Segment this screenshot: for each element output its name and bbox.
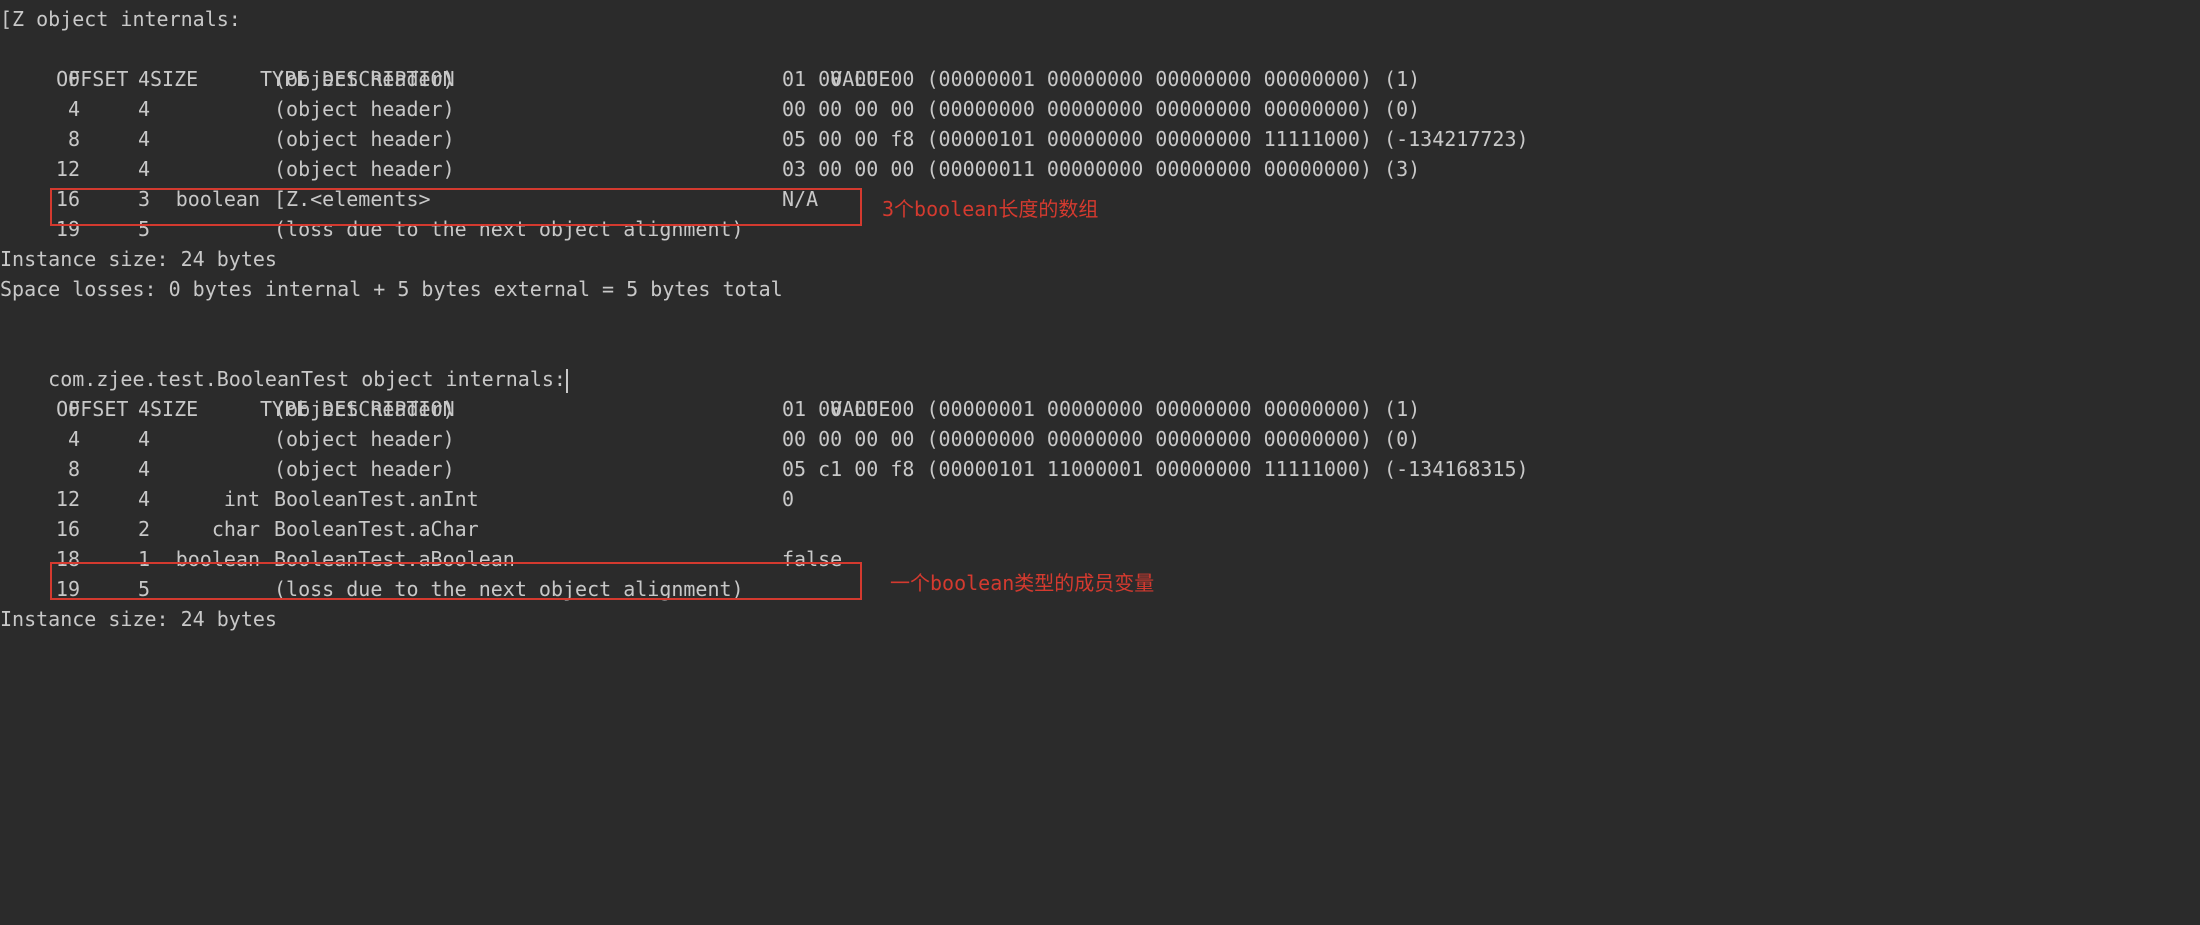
cell-size: 4 [80, 424, 150, 454]
cell-desc: (object header) [260, 124, 782, 154]
cell-desc: BooleanTest.aChar [260, 514, 782, 544]
table-row: 04 (object header)01 00 00 00 (00000001 0… [0, 394, 2200, 424]
cell-value: 05 00 00 f8 (00000101 00000000 00000000 … [782, 124, 1529, 154]
cell-desc: (object header) [260, 64, 782, 94]
cell-desc: [Z.<elements> [260, 184, 782, 214]
table-row: 44 (object header)00 00 00 00 (00000000 0… [0, 94, 2200, 124]
cell-desc: (loss due to the next object alignment) [260, 214, 782, 244]
cell-size: 4 [80, 454, 150, 484]
table-row: 84 (object header)05 c1 00 f8 (00000101 1… [0, 454, 2200, 484]
cell-value: N/A [782, 184, 818, 214]
cell-offset: 0 [0, 394, 80, 424]
cell-desc: BooleanTest.anInt [260, 484, 782, 514]
section2-headers: OFFSETSIZETYPEDESCRIPTIONVALUE [0, 364, 2200, 394]
cell-offset: 12 [0, 154, 80, 184]
cell-type: int [150, 484, 260, 514]
section1-footer-space-losses: Space losses: 0 bytes internal + 5 bytes… [0, 274, 2200, 304]
cell-size: 2 [80, 514, 150, 544]
cell-size: 4 [80, 154, 150, 184]
cell-offset: 12 [0, 484, 80, 514]
cell-value: 00 00 00 00 (00000000 00000000 00000000 … [782, 424, 1420, 454]
section2-title: com.zjee.test.BooleanTest object interna… [0, 334, 2200, 364]
section1-footer-instance-size: Instance size: 24 bytes [0, 244, 2200, 274]
cell-value: 01 00 00 00 (00000001 00000000 00000000 … [782, 64, 1420, 94]
cell-offset: 19 [0, 574, 80, 604]
cell-size: 4 [80, 124, 150, 154]
cell-offset: 16 [0, 184, 80, 214]
cell-size: 3 [80, 184, 150, 214]
cell-size: 5 [80, 214, 150, 244]
cell-desc: BooleanTest.aBoolean [260, 544, 782, 574]
cell-size: 1 [80, 544, 150, 574]
cell-desc: (object header) [260, 424, 782, 454]
cell-offset: 16 [0, 514, 80, 544]
section1-headers: OFFSETSIZETYPEDESCRIPTIONVALUE [0, 34, 2200, 64]
table-row: 124 (object header)03 00 00 00 (00000011 … [0, 154, 2200, 184]
section2-footer-instance-size: Instance size: 24 bytes [0, 604, 2200, 634]
table-row: 163boolean[Z.<elements>N/A [0, 184, 2200, 214]
highlight-annotation-2: 一个boolean类型的成员变量 [890, 568, 1154, 598]
cell-desc: (object header) [260, 454, 782, 484]
cell-value: 00 00 00 00 (00000000 00000000 00000000 … [782, 94, 1420, 124]
cell-value: 01 00 00 00 (00000001 00000000 00000000 … [782, 394, 1420, 424]
cell-offset: 19 [0, 214, 80, 244]
cell-offset: 18 [0, 544, 80, 574]
cell-desc: (loss due to the next object alignment) [260, 574, 782, 604]
table-row: 04 (object header)01 00 00 00 (00000001 0… [0, 64, 2200, 94]
cell-offset: 0 [0, 64, 80, 94]
table-row: 44 (object header)00 00 00 00 (00000000 0… [0, 424, 2200, 454]
cell-offset: 4 [0, 424, 80, 454]
table-row: 195 (loss due to the next object alignmen… [0, 214, 2200, 244]
blank-line [0, 304, 2200, 334]
cell-size: 4 [80, 394, 150, 424]
table-row: 84 (object header)05 00 00 f8 (00000101 0… [0, 124, 2200, 154]
cell-size: 4 [80, 64, 150, 94]
cell-type: boolean [150, 544, 260, 574]
cell-offset: 8 [0, 124, 80, 154]
cell-size: 4 [80, 484, 150, 514]
highlight-annotation-1: 3个boolean长度的数组 [882, 194, 1098, 224]
cell-size: 5 [80, 574, 150, 604]
cell-value: 03 00 00 00 (00000011 00000000 00000000 … [782, 154, 1420, 184]
terminal-output: [Z object internals: OFFSETSIZETYPEDESCR… [0, 0, 2200, 634]
cell-desc: (object header) [260, 394, 782, 424]
cell-offset: 8 [0, 454, 80, 484]
section1-title: [Z object internals: [0, 4, 2200, 34]
cell-desc: (object header) [260, 94, 782, 124]
table-row: 162charBooleanTest.aChar [0, 514, 2200, 544]
cell-value: false [782, 544, 842, 574]
cell-type: boolean [150, 184, 260, 214]
cell-value: 05 c1 00 f8 (00000101 11000001 00000000 … [782, 454, 1529, 484]
cell-desc: (object header) [260, 154, 782, 184]
table-row: 124intBooleanTest.anInt0 [0, 484, 2200, 514]
cell-type: char [150, 514, 260, 544]
cell-value: 0 [782, 484, 794, 514]
cell-offset: 4 [0, 94, 80, 124]
cell-size: 4 [80, 94, 150, 124]
